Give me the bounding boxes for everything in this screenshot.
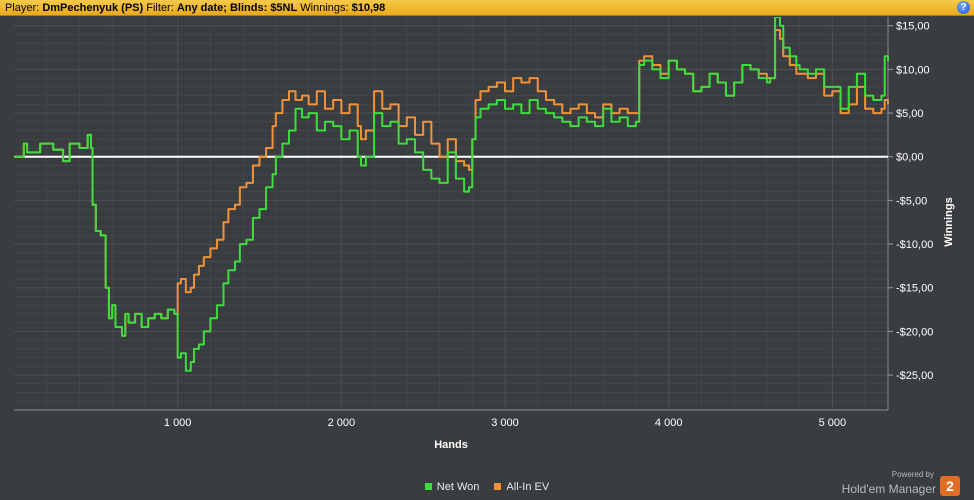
y-tick-label: $5,00 [896,108,924,120]
y-tick-label: -$5,00 [896,195,927,207]
filter-value: Any date; Blinds: $5NL [176,2,298,14]
y-tick-label: -$10,00 [896,239,933,251]
filter-label: Filter: [146,2,174,14]
legend-item-allin-ev[interactable]: All-In EV [494,481,549,493]
chart-legend: Net Won All-In EV [0,481,974,493]
player-value: DmPechenyuk (PS) [42,2,144,14]
y-tick-label: $15,00 [896,21,930,33]
winnings-value: $10,98 [351,2,386,14]
help-icon[interactable]: ? [957,1,970,14]
y-axis-title: Winnings [943,197,955,246]
winnings-chart: $15,00 $10,00 $5,00 $0,00 -$5,00 -$10,00 -$15,… [14,17,955,451]
y-tick-label: $0,00 [896,152,924,164]
chart-header-bar: Player: DmPechenyuk (PS) Filter: Any dat… [0,0,974,16]
legend-label-net-won: Net Won [436,481,480,493]
x-tick-label: 1 000 [164,417,192,429]
y-tick-label: -$15,00 [896,283,933,295]
legend-item-net-won[interactable]: Net Won [424,481,480,493]
powered-by-text: Powered by [891,470,934,479]
winnings-label: Winnings: [300,2,349,14]
powered-by-logo: Powered by Hold'em Manager 2 [842,470,960,500]
y-tick-label: -$25,00 [896,370,933,382]
y-tick-label: $10,00 [896,64,930,76]
x-axis-title: Hands [434,439,468,451]
legend-swatch-net-won [424,482,432,490]
y-tick-label: -$20,00 [896,326,933,338]
legend-label-allin-ev: All-In EV [506,481,550,493]
legend-swatch-allin-ev [494,482,502,490]
brand-badge-icon: 2 [940,476,960,496]
player-label: Player: [5,2,40,14]
x-tick-label: 4 000 [655,417,683,429]
brand-name: Hold'em Manager [841,482,936,497]
x-tick-label: 5 000 [819,417,847,429]
x-tick-label: 2 000 [328,417,356,429]
x-tick-label: 3 000 [491,417,519,429]
